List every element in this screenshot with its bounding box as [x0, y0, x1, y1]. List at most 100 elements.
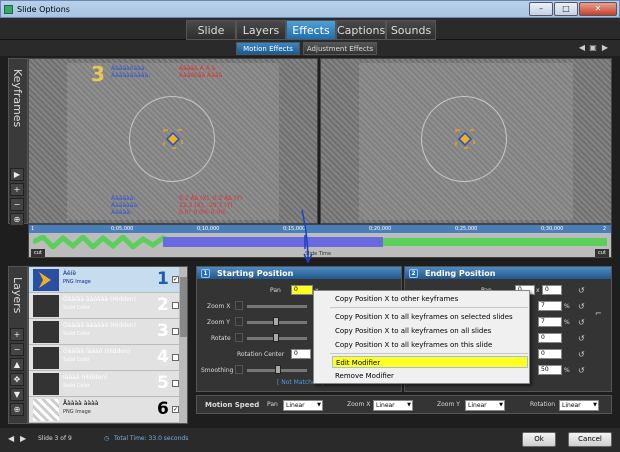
reset-icon[interactable]: ↺ — [578, 366, 587, 375]
layer-type: Solid Color — [63, 357, 90, 363]
pan-speed-select[interactable]: Linear — [283, 400, 323, 411]
layer-type: Solid Color — [63, 305, 90, 311]
reset-icon[interactable]: ↺ — [578, 350, 587, 359]
tab-effects[interactable]: Effects — [286, 20, 336, 40]
minimize-button[interactable]: – — [529, 2, 553, 16]
layer-visible-checkbox[interactable]: ✓ — [172, 406, 179, 413]
layer-zoom-icon[interactable]: ⊕ — [10, 403, 24, 416]
layer-visible-checkbox[interactable]: ✓ — [172, 276, 179, 283]
pan-y-field[interactable]: 0 — [542, 285, 562, 295]
anchor-handle-icon[interactable] — [455, 129, 475, 149]
tab-adjustment-effects[interactable]: Adjustment Effects — [303, 42, 377, 55]
layer-row[interactable]: Óààíàà ààóààà (Hidden) Solid Color 2 — [29, 293, 179, 319]
add-keyframe-button[interactable]: + — [10, 183, 24, 196]
menu-item-edit-modifier[interactable]: Edit Modifier — [332, 356, 528, 368]
move-up-icon[interactable]: ▲ — [10, 358, 24, 371]
rotation-speed-select[interactable]: Linear — [559, 400, 599, 411]
layer-number: 2 — [157, 295, 169, 315]
preview-end[interactable] — [320, 58, 612, 224]
menu-item-copy-this-slide[interactable]: Copy Position X to all keyframes on this… — [332, 339, 528, 351]
prev-arrow-icon[interactable]: ◀ — [577, 43, 587, 53]
layer-row[interactable]: Àèíè PNG Image 1 ✓ — [29, 267, 179, 293]
move-down-icon[interactable]: ▼ — [10, 388, 24, 401]
layer-row[interactable]: Íàààà (Hidden) Solid Color 5 — [29, 371, 179, 397]
zoom-y-speed-select[interactable]: Linear — [465, 400, 505, 411]
slider-knob[interactable] — [273, 333, 279, 342]
maximize-button[interactable]: □ — [554, 2, 578, 16]
menu-item-copy-other-keyframes[interactable]: Copy Position X to other keyframes — [332, 293, 528, 305]
layer-thumbnail — [33, 399, 59, 421]
rotate-icon[interactable] — [235, 333, 243, 342]
ok-button[interactable]: Ok — [522, 432, 556, 447]
cut-marker-right[interactable]: cut — [595, 249, 609, 257]
layer-scrollbar[interactable] — [179, 267, 187, 423]
zoom-x-speed-select[interactable]: Linear — [373, 400, 413, 411]
layer-row[interactable]: Óààíàà àààààó (Hidden) Solid Color 3 — [29, 319, 179, 345]
slide-counter: Slide 3 of 9 — [38, 435, 72, 442]
next-arrow-icon[interactable]: ▶ — [600, 43, 610, 53]
reset-icon[interactable]: ↺ — [578, 334, 587, 343]
layer-number: 3 — [157, 321, 169, 341]
pan-speed-label: Pan — [267, 401, 278, 408]
reset-icon[interactable]: ↺ — [578, 286, 587, 295]
layer-visible-checkbox[interactable] — [172, 380, 179, 387]
prev-slide-icon[interactable]: ◀ — [8, 434, 14, 443]
tab-sounds[interactable]: Sounds — [386, 20, 436, 40]
menu-separator — [330, 307, 528, 308]
smoothing-icon[interactable] — [235, 365, 243, 374]
preview-start[interactable]: 3 Áàáààóààà: Áààààààààà: Áàààà Á Á à Áàà… — [28, 58, 318, 224]
timeline-marker-end[interactable]: 2 — [603, 226, 606, 232]
layer-name: Åàààà àààà — [63, 400, 99, 407]
rotate-field[interactable]: 0 — [538, 333, 562, 343]
layer-row[interactable]: Åàààà àààà PNG Image 6 ✓ — [29, 397, 179, 423]
timeline[interactable]: 1 0;05,000 0;10,000 0;15,000 0;20,000 0;… — [28, 224, 612, 258]
play-button[interactable]: ▶ — [10, 168, 24, 181]
motion-speed-bar: Motion Speed Pan Linear Zoom X Linear Zo… — [196, 395, 612, 414]
zoom-y-field[interactable]: 7 — [538, 317, 562, 327]
rotation-center-field[interactable]: 0 — [538, 349, 562, 359]
cancel-button[interactable]: Cancel — [568, 432, 612, 447]
layer-visible-checkbox[interactable] — [172, 328, 179, 335]
pan-x-field[interactable]: 0 — [291, 285, 313, 295]
move-icon[interactable]: ✥ — [10, 373, 24, 386]
tab-motion-effects[interactable]: Motion Effects — [236, 42, 300, 55]
reset-icon[interactable]: ↺ — [578, 318, 587, 327]
remove-layer-button[interactable]: − — [10, 343, 24, 356]
menu-item-copy-selected-slides[interactable]: Copy Position X to all keyframes on sele… — [332, 311, 528, 323]
tab-captions[interactable]: Captions — [336, 20, 386, 40]
reset-icon[interactable]: ↺ — [578, 302, 587, 311]
scrollbar-thumb[interactable] — [180, 277, 187, 337]
zoom-x-field[interactable]: 7 — [538, 301, 562, 311]
copy-icon[interactable]: ▣ — [588, 43, 598, 53]
menu-item-remove-modifier[interactable]: Remove Modifier — [332, 370, 528, 382]
layer-row[interactable]: Óààíàà íàààó (Hidden) Solid Color 4 — [29, 345, 179, 371]
add-layer-button[interactable]: + — [10, 328, 24, 341]
cut-marker[interactable]: cut — [31, 249, 45, 257]
timeline-marker-start[interactable]: 1 — [31, 226, 34, 232]
zoom-y-label: Zoom Y — [207, 319, 230, 326]
layer-list: Àèíè PNG Image 1 ✓ Óààíàà ààóààà (Hidden… — [28, 266, 188, 424]
link-icon[interactable] — [235, 301, 243, 310]
panel-badge: 1 — [201, 269, 210, 278]
link-bracket-icon[interactable]: ⌐ — [595, 309, 604, 318]
anchor-handle-icon[interactable] — [163, 129, 183, 149]
window-title: Slide Options — [17, 5, 70, 14]
slider-knob[interactable] — [275, 365, 281, 374]
zoom-in-icon[interactable]: ⊕ — [10, 213, 24, 226]
slider-knob[interactable] — [273, 317, 279, 326]
link-icon[interactable] — [235, 317, 243, 326]
menu-item-copy-all-slides[interactable]: Copy Position X to all keyframes on all … — [332, 325, 528, 337]
keyframes-label: Keyframes — [11, 69, 24, 128]
close-button[interactable]: ✕ — [579, 2, 617, 16]
layer-thumbnail — [33, 269, 59, 291]
next-slide-icon[interactable]: ▶ — [20, 434, 26, 443]
layer-visible-checkbox[interactable] — [172, 302, 179, 309]
layer-visible-checkbox[interactable] — [172, 354, 179, 361]
tab-slide[interactable]: Slide — [186, 20, 236, 40]
tab-layers[interactable]: Layers — [236, 20, 286, 40]
smoothing-field[interactable]: 50 — [538, 365, 562, 375]
rotation-center-field[interactable]: 0 — [291, 349, 311, 359]
zoom-x-slider[interactable] — [247, 305, 307, 308]
remove-keyframe-button[interactable]: − — [10, 198, 24, 211]
status-bar: ◀ ▶ Slide 3 of 9 ◷ Total Time: 33.0 seco… — [0, 428, 620, 452]
